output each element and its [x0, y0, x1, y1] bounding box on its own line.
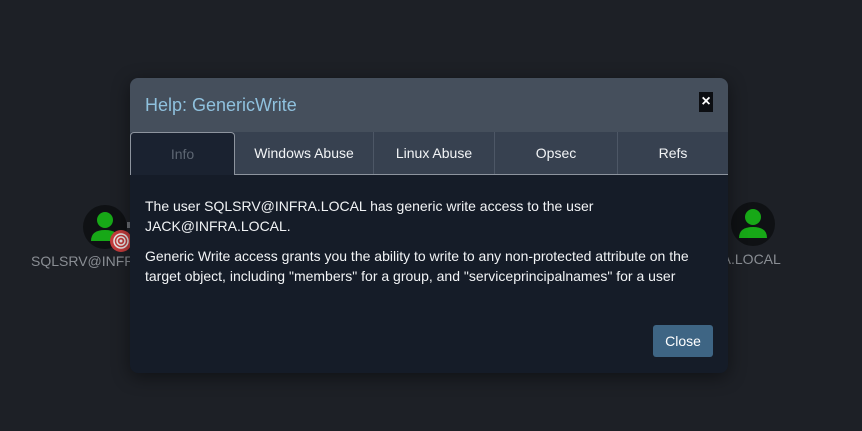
tab-opsec[interactable]: Opsec	[495, 132, 617, 174]
help-modal: Help: GenericWrite × Info Windows Abuse …	[130, 78, 728, 373]
tab-linux-abuse[interactable]: Linux Abuse	[374, 132, 494, 174]
target-icon	[110, 230, 132, 252]
modal-body: The user SQLSRV@INFRA.LOCAL has generic …	[145, 196, 713, 296]
modal-tabs: Info Windows Abuse Linux Abuse Opsec Ref…	[130, 132, 728, 175]
tab-info[interactable]: Info	[130, 132, 235, 175]
close-button[interactable]: Close	[653, 325, 713, 357]
tab-refs[interactable]: Refs	[618, 132, 728, 174]
modal-title: Help: GenericWrite	[145, 95, 297, 115]
info-paragraph: Generic Write access grants you the abil…	[145, 248, 689, 284]
info-paragraph: The user SQLSRV@INFRA.LOCAL has generic …	[145, 198, 594, 234]
user-node-jack[interactable]	[731, 202, 775, 246]
graph-canvas[interactable]: SQLSRV@INFRA.LOCAL JACK@INFRA.LOCAL Help…	[0, 0, 862, 431]
close-icon[interactable]: ×	[699, 92, 713, 112]
tab-windows-abuse[interactable]: Windows Abuse	[235, 132, 373, 174]
user-icon	[739, 209, 767, 238]
modal-header: Help: GenericWrite ×	[130, 78, 728, 132]
